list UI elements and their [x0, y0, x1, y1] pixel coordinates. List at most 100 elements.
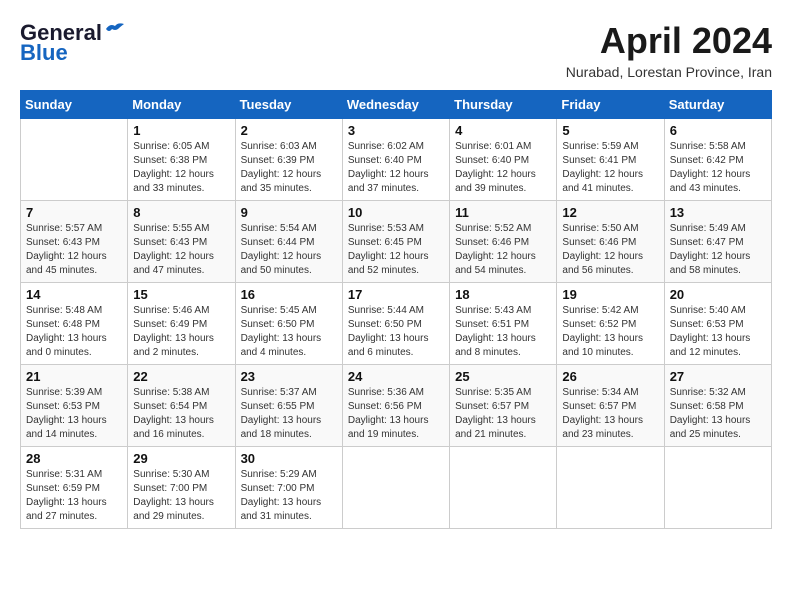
day-number: 20 [670, 287, 766, 302]
day-number: 3 [348, 123, 444, 138]
day-number: 2 [241, 123, 337, 138]
day-info: Sunrise: 5:42 AM Sunset: 6:52 PM Dayligh… [562, 304, 658, 360]
calendar-cell: 12 Sunrise: 5:50 AM Sunset: 6:46 PM Dayli… [557, 201, 664, 283]
location: Nurabad, Lorestan Province, Iran [566, 64, 772, 80]
title-block: April 2024 Nurabad, Lorestan Province, I… [566, 20, 772, 80]
day-number: 12 [562, 205, 658, 220]
day-number: 16 [241, 287, 337, 302]
day-info: Sunrise: 5:49 AM Sunset: 6:47 PM Dayligh… [670, 222, 766, 278]
calendar-header-monday: Monday [128, 91, 235, 119]
calendar-header-row: SundayMondayTuesdayWednesdayThursdayFrid… [21, 91, 772, 119]
calendar-table: SundayMondayTuesdayWednesdayThursdayFrid… [20, 90, 772, 529]
month-title: April 2024 [566, 20, 772, 62]
calendar-header-thursday: Thursday [450, 91, 557, 119]
calendar-cell [342, 447, 449, 529]
day-info: Sunrise: 5:37 AM Sunset: 6:55 PM Dayligh… [241, 386, 337, 442]
day-number: 27 [670, 369, 766, 384]
logo-blue: Blue [20, 40, 68, 66]
day-number: 14 [26, 287, 122, 302]
day-number: 4 [455, 123, 551, 138]
calendar-cell: 27 Sunrise: 5:32 AM Sunset: 6:58 PM Dayli… [664, 365, 771, 447]
calendar-cell [557, 447, 664, 529]
calendar-cell: 16 Sunrise: 5:45 AM Sunset: 6:50 PM Dayli… [235, 283, 342, 365]
day-number: 22 [133, 369, 229, 384]
day-number: 21 [26, 369, 122, 384]
calendar-cell: 3 Sunrise: 6:02 AM Sunset: 6:40 PM Daylig… [342, 119, 449, 201]
day-info: Sunrise: 6:02 AM Sunset: 6:40 PM Dayligh… [348, 140, 444, 196]
day-info: Sunrise: 5:40 AM Sunset: 6:53 PM Dayligh… [670, 304, 766, 360]
calendar-cell: 6Sunrise: 5:58 AM Sunset: 6:42 PM Daylig… [664, 119, 771, 201]
day-number: 6 [670, 123, 766, 138]
calendar-cell: 7 Sunrise: 5:57 AM Sunset: 6:43 PM Daylig… [21, 201, 128, 283]
day-number: 19 [562, 287, 658, 302]
logo: General Blue [20, 20, 126, 66]
calendar-header-sunday: Sunday [21, 91, 128, 119]
day-number: 11 [455, 205, 551, 220]
day-info: Sunrise: 5:39 AM Sunset: 6:53 PM Dayligh… [26, 386, 122, 442]
calendar-header-friday: Friday [557, 91, 664, 119]
day-number: 13 [670, 205, 766, 220]
calendar-cell: 13 Sunrise: 5:49 AM Sunset: 6:47 PM Dayli… [664, 201, 771, 283]
calendar-cell: 28Sunrise: 5:31 AM Sunset: 6:59 PM Dayli… [21, 447, 128, 529]
calendar-cell: 17 Sunrise: 5:44 AM Sunset: 6:50 PM Dayli… [342, 283, 449, 365]
day-info: Sunrise: 5:54 AM Sunset: 6:44 PM Dayligh… [241, 222, 337, 278]
day-number: 10 [348, 205, 444, 220]
calendar-cell: 10Sunrise: 5:53 AM Sunset: 6:45 PM Dayli… [342, 201, 449, 283]
calendar-cell: 18Sunrise: 5:43 AM Sunset: 6:51 PM Dayli… [450, 283, 557, 365]
calendar-week-1: 1 Sunrise: 6:05 AM Sunset: 6:38 PM Daylig… [21, 119, 772, 201]
day-number: 30 [241, 451, 337, 466]
logo-bird-icon [104, 21, 126, 37]
calendar-cell: 20 Sunrise: 5:40 AM Sunset: 6:53 PM Dayli… [664, 283, 771, 365]
calendar-week-3: 14 Sunrise: 5:48 AM Sunset: 6:48 PM Dayli… [21, 283, 772, 365]
day-number: 5 [562, 123, 658, 138]
day-number: 26 [562, 369, 658, 384]
day-number: 7 [26, 205, 122, 220]
calendar-cell: 22 Sunrise: 5:38 AM Sunset: 6:54 PM Dayli… [128, 365, 235, 447]
day-info: Sunrise: 5:44 AM Sunset: 6:50 PM Dayligh… [348, 304, 444, 360]
calendar-week-4: 21 Sunrise: 5:39 AM Sunset: 6:53 PM Dayli… [21, 365, 772, 447]
day-info: Sunrise: 5:32 AM Sunset: 6:58 PM Dayligh… [670, 386, 766, 442]
day-number: 17 [348, 287, 444, 302]
day-info: Sunrise: 5:48 AM Sunset: 6:48 PM Dayligh… [26, 304, 122, 360]
day-number: 1 [133, 123, 229, 138]
day-info: Sunrise: 5:57 AM Sunset: 6:43 PM Dayligh… [26, 222, 122, 278]
day-info: Sunrise: 5:50 AM Sunset: 6:46 PM Dayligh… [562, 222, 658, 278]
day-number: 25 [455, 369, 551, 384]
day-info: Sunrise: 5:55 AM Sunset: 6:43 PM Dayligh… [133, 222, 229, 278]
calendar-cell: 2 Sunrise: 6:03 AM Sunset: 6:39 PM Daylig… [235, 119, 342, 201]
calendar-header-saturday: Saturday [664, 91, 771, 119]
calendar-header-wednesday: Wednesday [342, 91, 449, 119]
calendar-cell: 24Sunrise: 5:36 AM Sunset: 6:56 PM Dayli… [342, 365, 449, 447]
calendar-week-5: 28Sunrise: 5:31 AM Sunset: 6:59 PM Dayli… [21, 447, 772, 529]
calendar-cell: 26Sunrise: 5:34 AM Sunset: 6:57 PM Dayli… [557, 365, 664, 447]
day-info: Sunrise: 5:46 AM Sunset: 6:49 PM Dayligh… [133, 304, 229, 360]
calendar-cell: 21 Sunrise: 5:39 AM Sunset: 6:53 PM Dayli… [21, 365, 128, 447]
day-info: Sunrise: 5:59 AM Sunset: 6:41 PM Dayligh… [562, 140, 658, 196]
calendar-cell: 11Sunrise: 5:52 AM Sunset: 6:46 PM Dayli… [450, 201, 557, 283]
calendar-cell [664, 447, 771, 529]
calendar-cell: 14 Sunrise: 5:48 AM Sunset: 6:48 PM Dayli… [21, 283, 128, 365]
calendar-cell: 25 Sunrise: 5:35 AM Sunset: 6:57 PM Dayli… [450, 365, 557, 447]
day-info: Sunrise: 5:45 AM Sunset: 6:50 PM Dayligh… [241, 304, 337, 360]
day-number: 18 [455, 287, 551, 302]
day-info: Sunrise: 5:30 AM Sunset: 7:00 PM Dayligh… [133, 468, 229, 524]
calendar-header-tuesday: Tuesday [235, 91, 342, 119]
day-info: Sunrise: 6:05 AM Sunset: 6:38 PM Dayligh… [133, 140, 229, 196]
calendar-cell: 30Sunrise: 5:29 AM Sunset: 7:00 PM Dayli… [235, 447, 342, 529]
day-info: Sunrise: 5:35 AM Sunset: 6:57 PM Dayligh… [455, 386, 551, 442]
day-info: Sunrise: 6:03 AM Sunset: 6:39 PM Dayligh… [241, 140, 337, 196]
calendar-cell [21, 119, 128, 201]
calendar-cell: 5 Sunrise: 5:59 AM Sunset: 6:41 PM Daylig… [557, 119, 664, 201]
calendar-cell: 8Sunrise: 5:55 AM Sunset: 6:43 PM Daylig… [128, 201, 235, 283]
calendar-cell [450, 447, 557, 529]
day-info: Sunrise: 5:31 AM Sunset: 6:59 PM Dayligh… [26, 468, 122, 524]
calendar-cell: 9Sunrise: 5:54 AM Sunset: 6:44 PM Daylig… [235, 201, 342, 283]
page-header: General Blue April 2024 Nurabad, Loresta… [20, 20, 772, 80]
day-info: Sunrise: 5:38 AM Sunset: 6:54 PM Dayligh… [133, 386, 229, 442]
day-number: 23 [241, 369, 337, 384]
calendar-cell: 4Sunrise: 6:01 AM Sunset: 6:40 PM Daylig… [450, 119, 557, 201]
calendar-cell: 15Sunrise: 5:46 AM Sunset: 6:49 PM Dayli… [128, 283, 235, 365]
calendar-cell: 1 Sunrise: 6:05 AM Sunset: 6:38 PM Daylig… [128, 119, 235, 201]
day-number: 24 [348, 369, 444, 384]
day-number: 29 [133, 451, 229, 466]
